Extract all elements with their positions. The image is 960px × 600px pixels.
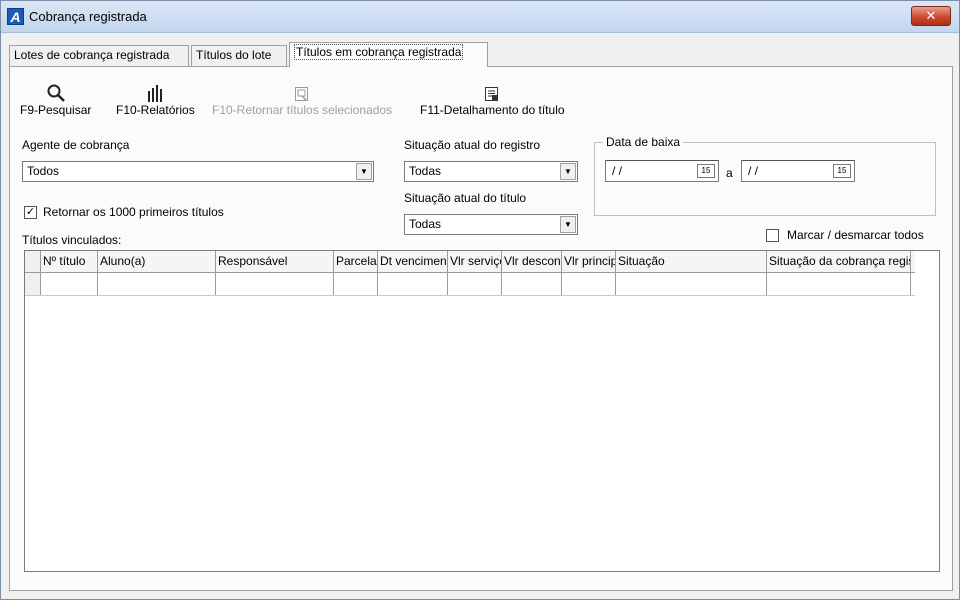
column-header[interactable]: Vlr desconto — [502, 251, 562, 272]
reg-status-label: Situação atual do registro — [404, 138, 541, 152]
tab-lotes[interactable]: Lotes de cobrança registrada — [9, 45, 189, 66]
grid-corner — [25, 251, 41, 272]
toggle-all-checkbox[interactable] — [766, 229, 779, 242]
window-title: Cobrança registrada — [29, 9, 147, 24]
chevron-down-icon[interactable]: ▼ — [560, 163, 576, 180]
column-header[interactable]: Vlr serviço — [448, 251, 502, 272]
column-header[interactable]: Situação — [616, 251, 767, 272]
tab-titulos-cobranca[interactable]: Títulos em cobrança registrada — [289, 42, 488, 67]
return-selected-button[interactable]: F10-Retornar títulos selecionados — [212, 79, 392, 117]
detail-button-label: F11-Detalhamento do título — [420, 103, 565, 117]
reg-status-select[interactable]: Todas ▼ — [404, 161, 578, 182]
column-header[interactable]: Parcela — [334, 251, 378, 272]
column-header[interactable]: Situação da cobrança registrada — [767, 251, 911, 272]
table-cell[interactable] — [41, 273, 98, 295]
table-row[interactable] — [25, 273, 915, 296]
date-from-field[interactable]: / / 15 — [605, 160, 719, 182]
reports-button[interactable]: F10-Relatórios — [116, 79, 195, 117]
row-selector[interactable] — [25, 273, 41, 295]
bar-chart-icon — [116, 79, 195, 103]
date-to-field[interactable]: / / 15 — [741, 160, 855, 182]
date-group-label: Data de baixa — [603, 135, 684, 149]
return-selected-button-label: F10-Retornar títulos selecionados — [212, 103, 393, 117]
calendar-icon[interactable]: 15 — [833, 164, 851, 178]
date-group: Data de baixa / / 15 a / / 15 — [594, 135, 936, 216]
reports-button-label: F10-Relatórios — [116, 103, 195, 117]
table-cell[interactable] — [502, 273, 562, 295]
chevron-down-icon[interactable]: ▼ — [356, 163, 372, 180]
window: A Cobrança registrada ✕ Lotes de cobranç… — [0, 0, 960, 600]
table-cell[interactable] — [334, 273, 378, 295]
grid-caption: Títulos vinculados: — [22, 233, 122, 247]
table-cell[interactable] — [562, 273, 616, 295]
column-header[interactable]: Nº título — [41, 251, 98, 272]
column-header[interactable]: Aluno(a) — [98, 251, 216, 272]
title-bar: A Cobrança registrada ✕ — [1, 1, 959, 33]
return-first-label: Retornar os 1000 primeiros títulos — [43, 205, 224, 219]
table-cell[interactable] — [378, 273, 448, 295]
title-status-label: Situação atual do título — [404, 191, 527, 205]
column-header[interactable]: Vlr principal — [562, 251, 616, 272]
tab-titulos-lote[interactable]: Títulos do lote — [191, 45, 287, 66]
tab-panel: F9-Pesquisar F10-Relatórios F10-Retornar… — [9, 66, 953, 591]
agent-select[interactable]: Todos ▼ — [22, 161, 374, 182]
close-button[interactable]: ✕ — [911, 6, 951, 26]
app-logo-icon: A — [7, 8, 24, 25]
document-icon — [212, 79, 392, 103]
title-status-select[interactable]: Todas ▼ — [404, 214, 578, 235]
date-to-value: / / — [748, 164, 759, 178]
table-cell[interactable] — [448, 273, 502, 295]
titles-grid[interactable]: Nº título Aluno(a) Responsável Parcela D… — [24, 250, 940, 572]
search-button-label: F9-Pesquisar — [20, 103, 92, 117]
search-button[interactable]: F9-Pesquisar — [20, 79, 91, 117]
column-header[interactable]: Dt vencimento — [378, 251, 448, 272]
toggle-all-label: Marcar / desmarcar todos — [787, 228, 924, 242]
agent-label: Agente de cobrança — [22, 138, 130, 152]
tab-titulos-cobranca-label: Títulos em cobrança registrada — [294, 44, 464, 60]
return-first-checkbox[interactable]: ✓ — [24, 206, 37, 219]
date-from-value: / / — [612, 164, 623, 178]
grid-header: Nº título Aluno(a) Responsável Parcela D… — [25, 251, 915, 273]
detail-button[interactable]: F11-Detalhamento do título — [420, 79, 565, 117]
table-cell[interactable] — [767, 273, 911, 295]
document-detail-icon — [420, 79, 565, 103]
search-icon — [20, 79, 91, 103]
table-cell[interactable] — [216, 273, 334, 295]
table-cell[interactable] — [616, 273, 767, 295]
title-status-select-value: Todas — [409, 217, 442, 231]
column-header[interactable]: Responsável — [216, 251, 334, 272]
agent-select-value: Todos — [27, 164, 60, 178]
date-separator: a — [726, 166, 733, 180]
reg-status-select-value: Todas — [409, 164, 442, 178]
calendar-icon[interactable]: 15 — [697, 164, 715, 178]
chevron-down-icon[interactable]: ▼ — [560, 216, 576, 233]
table-cell[interactable] — [98, 273, 216, 295]
